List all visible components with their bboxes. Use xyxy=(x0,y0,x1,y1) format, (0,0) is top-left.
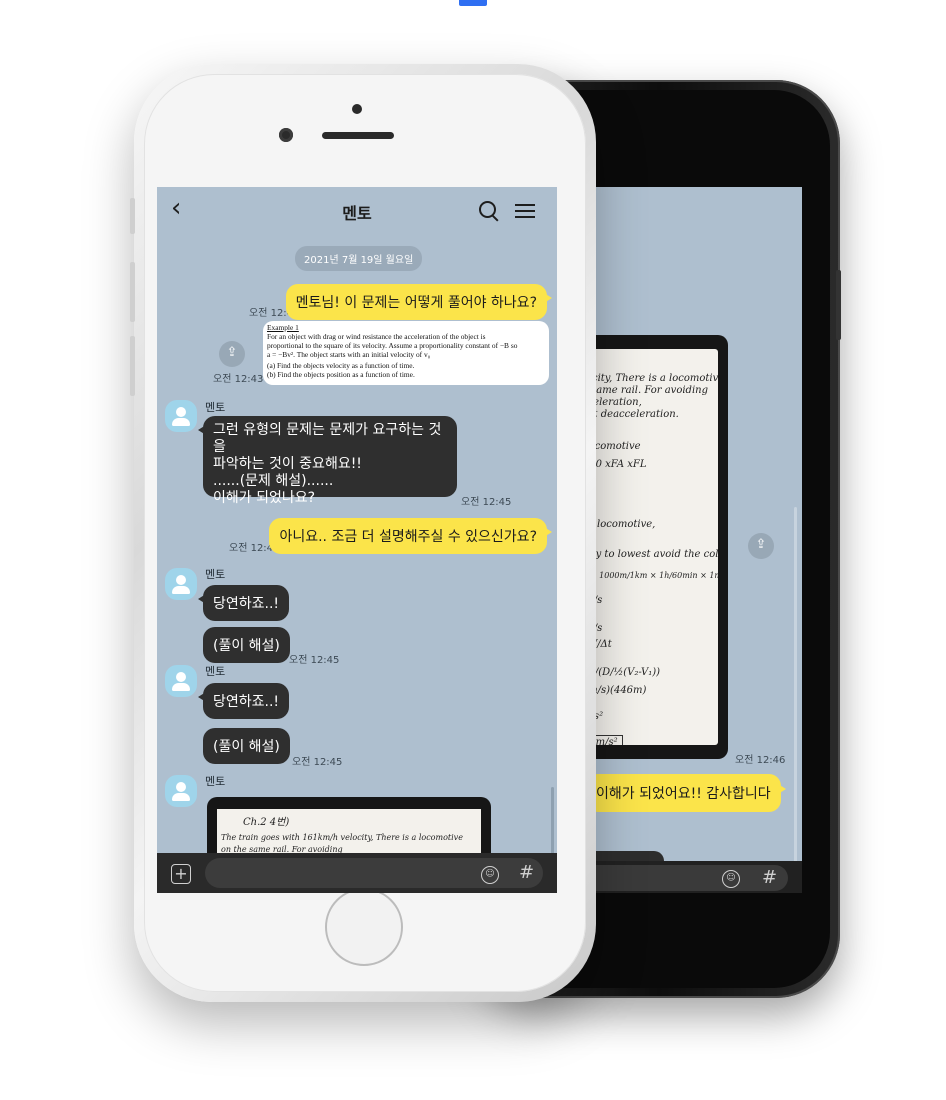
hash-button[interactable]: # xyxy=(762,867,777,888)
message-time: 오전 12:45 xyxy=(461,497,512,508)
mentor-message-bubble: (풀이 해설) xyxy=(203,627,290,663)
menu-icon[interactable] xyxy=(515,204,535,218)
chat-header: ‹ 멘토 xyxy=(157,187,557,235)
doc-line: (b) Find the objects position as a funct… xyxy=(267,370,415,379)
chat-screen: ‹ 멘토 2021년 7월 19일 월요일 오전 12:41 멘토님! 이 문제… xyxy=(157,187,557,893)
sender-name: 멘토 xyxy=(205,665,226,678)
problem-image[interactable]: Example 1 For an object with drag or win… xyxy=(263,321,549,385)
share-icon[interactable]: ⇪ xyxy=(219,341,245,367)
mentor-message-bubble: (풀이 해설) xyxy=(203,728,290,764)
message-line: 파악하는 것이 중요해요!! xyxy=(213,456,362,472)
message-line: 이해가 되었나요? xyxy=(213,490,316,506)
sender-name: 멘토 xyxy=(205,775,226,788)
my-message-bubble: 이해가 되었어요!! 감사합니다 xyxy=(586,774,786,812)
date-divider: 2021년 7월 19일 월요일 xyxy=(295,246,423,271)
search-icon[interactable] xyxy=(479,201,496,218)
front-camera xyxy=(279,128,293,142)
avatar[interactable] xyxy=(165,665,197,697)
doc-line: For an object with drag or wind resistan… xyxy=(267,332,486,341)
avatar[interactable] xyxy=(165,568,197,600)
volume-down-button xyxy=(130,336,135,396)
avatar[interactable] xyxy=(165,775,197,807)
message-time: 오전 12:45 xyxy=(289,655,340,666)
mentor-message-bubble: 당연하죠..! xyxy=(197,585,290,621)
doc-line: Example 1 xyxy=(267,323,299,332)
sender-name: 멘토 xyxy=(205,568,226,581)
handwriting-line: The train goes with 161km/h velocity, Th… xyxy=(221,833,463,842)
volume-up-button xyxy=(130,262,135,322)
my-message-bubble: 멘토님! 이 문제는 어떻게 풀어야 하나요? xyxy=(285,284,553,320)
mute-switch xyxy=(130,198,135,234)
share-icon[interactable]: ⇪ xyxy=(748,533,774,559)
plus-icon[interactable]: + xyxy=(171,864,191,884)
message-line: 그런 유형의 문제는 문제가 요구하는 것을 xyxy=(213,422,442,455)
my-message-bubble: 아니요.. 조금 더 설명해주실 수 있으신가요? xyxy=(269,518,552,554)
sender-name: 멘토 xyxy=(205,401,226,414)
mentor-message-bubble: 그런 유형의 문제는 문제가 요구하는 것을 파악하는 것이 중요해요!! ..… xyxy=(198,416,457,506)
earpiece-speaker xyxy=(322,132,394,139)
doc-line: proportional to the square of its veloci… xyxy=(267,341,518,350)
hash-button[interactable]: # xyxy=(519,862,534,883)
scrollbar[interactable] xyxy=(551,787,554,857)
scrollbar[interactable] xyxy=(794,507,797,893)
message-time: 오전 12:45 xyxy=(292,757,343,768)
emoji-icon[interactable]: ☺ xyxy=(481,866,499,884)
front-sensor xyxy=(352,104,362,114)
mentor-message-bubble: 당연하죠..! xyxy=(197,683,290,719)
top-decoration xyxy=(459,0,487,6)
doc-line: a = −Bv². The object starts with an init… xyxy=(267,350,431,359)
message-time: 오전 12:43 xyxy=(213,374,264,385)
handwriting-line: Ch.2 4번) xyxy=(243,817,290,828)
emoji-icon[interactable]: ☺ xyxy=(722,870,740,888)
avatar[interactable] xyxy=(165,400,197,432)
doc-line: (a) Find the objects velocity as a funct… xyxy=(267,361,415,370)
home-button[interactable] xyxy=(325,888,403,966)
back-phone-side-button xyxy=(836,270,841,340)
message-time: 오전 12:46 xyxy=(735,755,786,766)
message-line: ......(문제 해설)...... xyxy=(213,473,334,489)
